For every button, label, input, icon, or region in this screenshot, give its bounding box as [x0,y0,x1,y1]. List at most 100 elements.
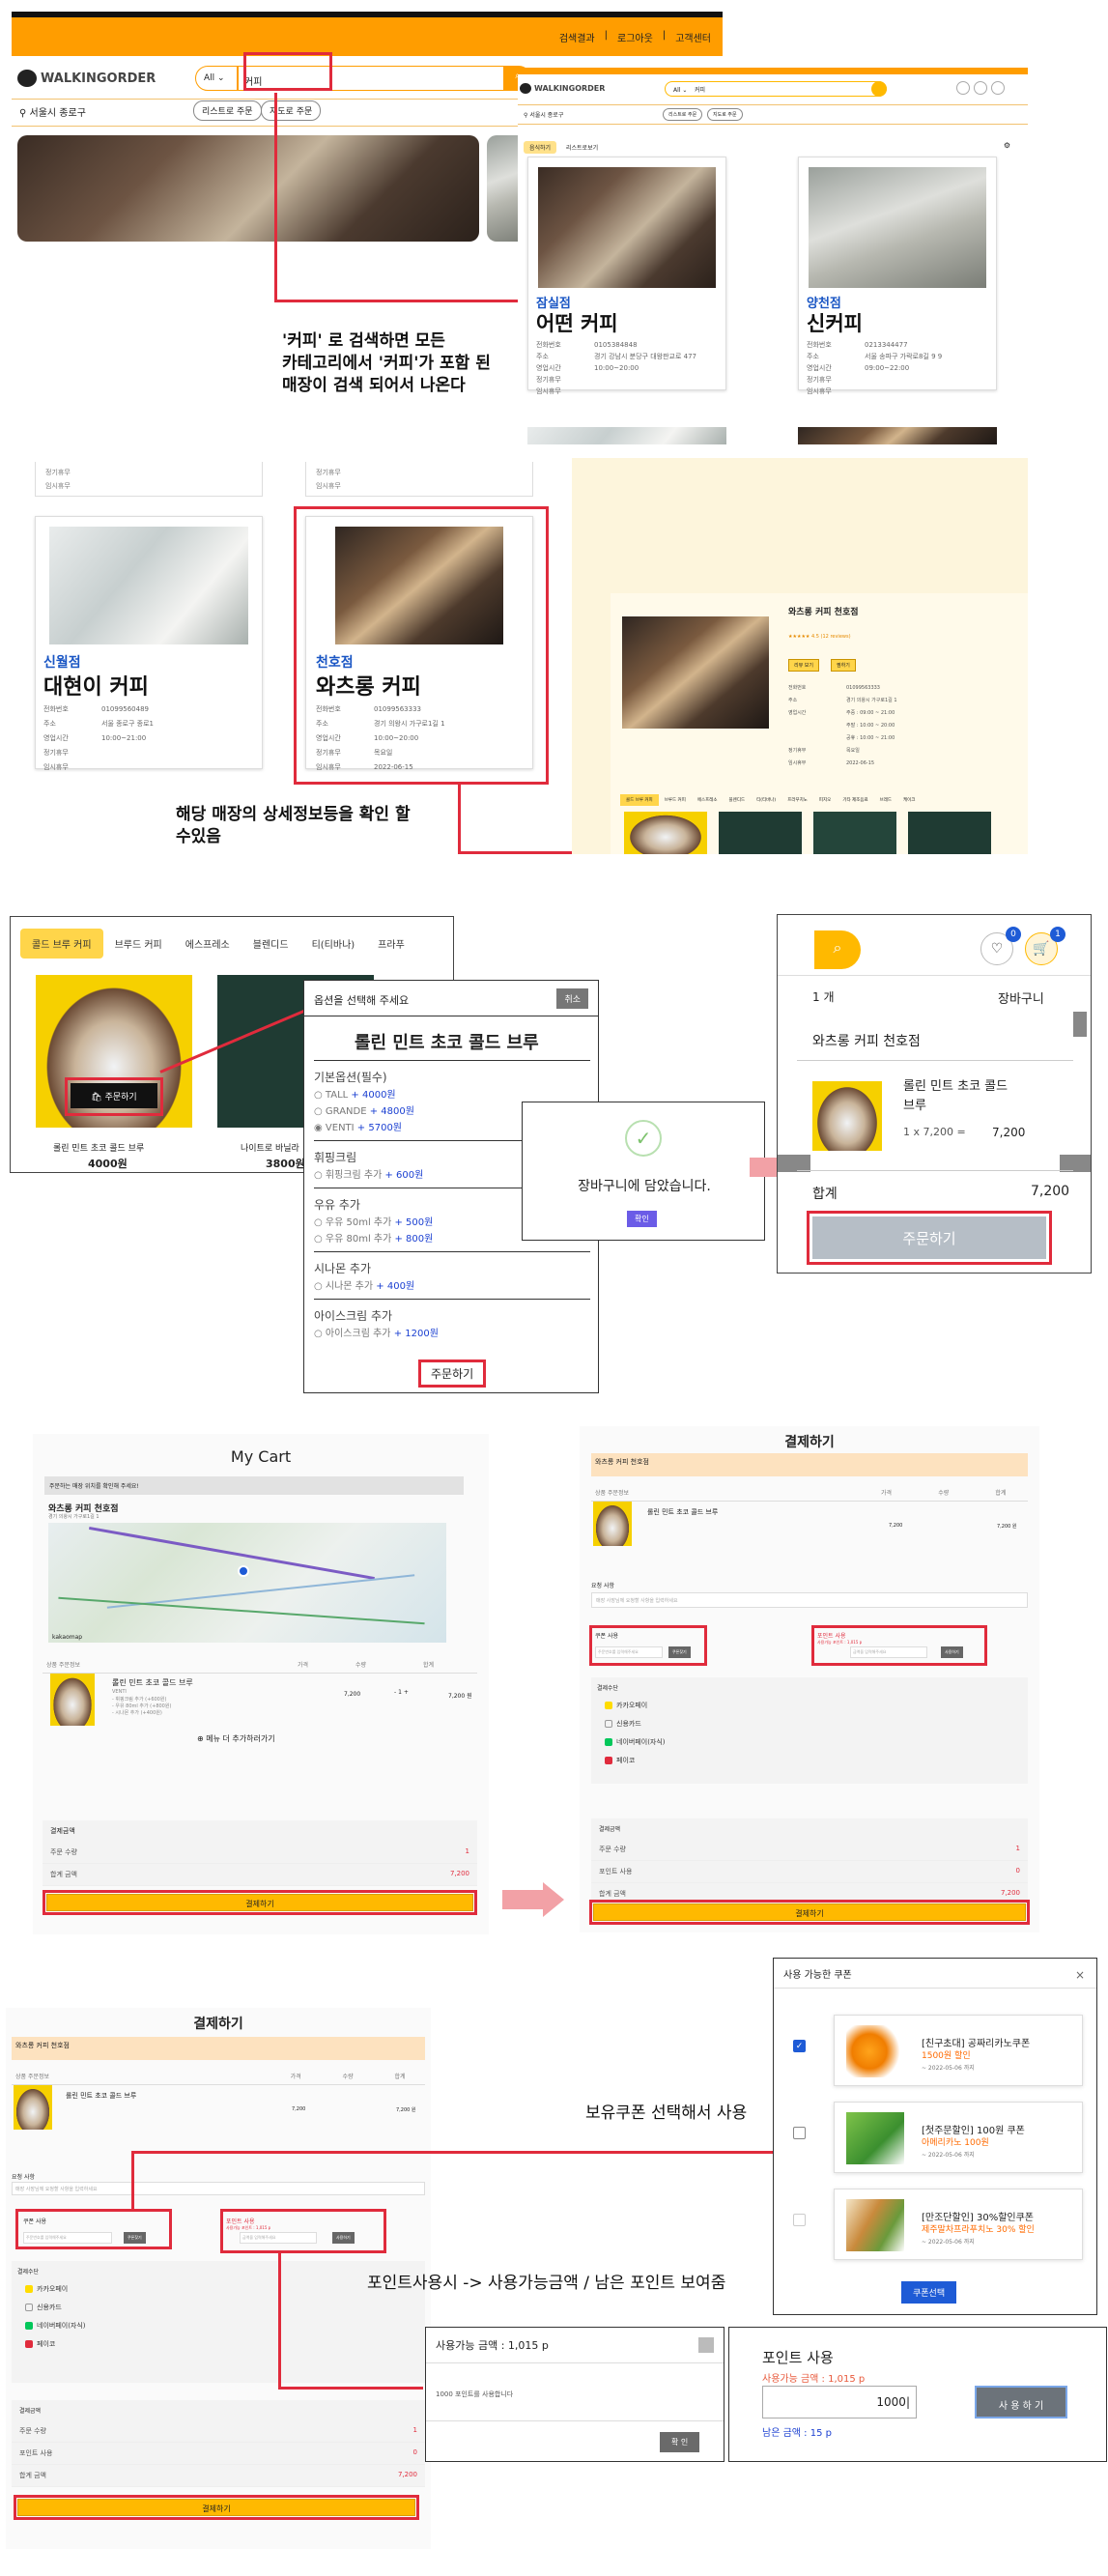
coupon-item[interactable]: [첫주문할인] 100원 쿠폰 아메리카노 100원 ~ 2022-05-06 … [834,2102,1083,2173]
option-submit-button[interactable]: 주문하기 [418,1360,487,1388]
logo[interactable]: WALKINGORDER [17,70,156,87]
payment-summary: 결제금액 주문 수량 1 포인트 사용 0 합계 금액 7,200 [591,1818,1028,1905]
cart-scrollbar[interactable] [1073,1012,1087,1037]
point-box-input[interactable]: 1000| [762,2386,917,2419]
top-link-search[interactable]: 검색결과 [559,30,595,44]
cart-alert-ok[interactable]: 확인 [627,1211,657,1227]
request-input[interactable]: 매장 사장님께 요청할 사항을 입력하세요 [591,1592,1028,1608]
menu-tab[interactable]: 브루드 커피 [659,794,692,806]
menu-tab[interactable]: 브루드 커피 [103,929,174,959]
menu-thumb[interactable] [908,812,991,854]
top-link-logout[interactable]: 로그아웃 [617,30,653,44]
result-tab-0[interactable]: 음식하기 [524,141,557,154]
cart-icon[interactable] [991,81,1005,95]
kakaopay-icon [605,1702,612,1709]
search-scope-select[interactable]: All ⌄ [195,66,238,91]
menu-thumb[interactable] [813,812,896,854]
search-bar-small[interactable]: All ⌄ 커피 [665,81,887,97]
coupon-image [846,2199,904,2251]
bell-icon[interactable] [974,81,987,95]
cart-alert: ✓ 장바구니에 담았습니다. 확인 [522,1102,765,1241]
menu-tab[interactable]: 프라푸 [366,929,416,959]
cart-item-image [812,1081,882,1151]
list-order-button-small[interactable]: 리스트로 주문 [663,108,703,121]
store-card[interactable]: 잠실점 어떤 커피 전화번호 0105384848 주소 경기 강남시 분당구 대왕… [527,157,726,395]
menu-tab[interactable]: 콜드 브루 커피 [20,929,103,959]
menu-tab[interactable]: 프라푸치노 [781,794,813,806]
naverpay-icon [25,2322,33,2330]
cart-title: 장바구니 [998,992,1044,1007]
menu-thumb[interactable] [719,812,802,854]
payment-item-image [14,2085,52,2130]
option-radio[interactable]: ○ 시나몬 추가 + 400원 [314,1278,598,1295]
review-button[interactable]: 리뷰 보기 [788,659,819,672]
pay-option-kakao[interactable]: 카카오페이 [25,2284,425,2294]
arrow-right [502,1890,545,1909]
search-button-small[interactable] [871,81,887,97]
coupon-modal-title: 사용 가능한 쿠폰 [783,1970,852,1981]
option-radio[interactable]: ○ 아이스크림 추가 + 1200원 [314,1326,598,1342]
point-modal-ok[interactable]: 확 인 [660,2432,700,2452]
menu-tab[interactable]: 티(티바나) [300,929,367,959]
list-order-button[interactable]: 리스트로 주문 [193,100,262,121]
logo-icon [17,70,37,87]
search-button-round[interactable]: ⌕ [814,930,861,969]
pay-option-payco[interactable]: 페이코 [605,1756,1028,1765]
pay-option-naver[interactable]: 네이버페이(자식) [605,1737,1028,1747]
menu-tab[interactable]: 에스프레소 [692,794,724,806]
menu-tab[interactable]: 케이크 [897,794,921,806]
option-section-title: 기본옵션(필수) [314,1071,387,1084]
store-map[interactable]: kakaomap [48,1523,446,1643]
highlight-payment-submit [14,2495,419,2520]
request-label: 요청 사항 [12,2174,35,2181]
menu-tab[interactable]: 브레드 [874,794,897,806]
store-card[interactable]: 양천점 신커피 전화번호 0213344477 주소 서울 송파구 가락로8길 9 … [798,157,997,395]
pay-option-naver[interactable]: 네이버페이(자식) [25,2321,425,2331]
card-icon [605,1720,612,1728]
settings-icon[interactable]: ⚙ [1004,141,1010,150]
top-link-support[interactable]: 고객센터 [675,30,711,44]
map-order-button[interactable]: 지도로 주문 [261,100,322,121]
coupon-checkbox[interactable] [793,2127,806,2139]
card-icon [25,2304,33,2311]
map-order-button-small[interactable]: 지도로 주문 [707,108,743,121]
coupon-checkbox-checked[interactable]: ✓ [793,2040,806,2052]
store-card[interactable]: 신월점 대현이 커피 전화번호 01099560489 주소 서울 종로구 종로1 … [35,516,263,771]
close-icon[interactable]: × [1075,1968,1085,1982]
menu-tab[interactable]: 피지오 [813,794,837,806]
highlight-point [220,2209,386,2253]
pay-option-card[interactable]: 신용카드 [605,1719,1028,1729]
point-box-available: 사용가능 금액 : 1,015 p [762,2374,866,2385]
menu-tab[interactable]: 블렌디드 [241,929,300,959]
menu-tab[interactable]: 티(티바나) [751,794,781,806]
coupon-expire: ~ 2022-05-06 까지 [922,2152,975,2159]
store-detail-page: 와츠롱 커피 천호점 ★★★★★ 4.5 (12 reviews) 리뷰 보기 … [611,593,1028,854]
highlight-coupon [15,2209,172,2249]
cart-alert-text: 장바구니에 담았습니다. [578,1179,711,1194]
location-label-small[interactable]: ⚲ 서울시 종로구 [524,110,563,119]
point-box-use-button[interactable]: 사 용 하 기 [975,2386,1067,2419]
coupon-item[interactable]: [만조단할인] 30%할인쿠폰 제주말차프라푸치노 30% 할인 ~ 2022-… [834,2189,1083,2260]
point-modal-close[interactable] [698,2337,714,2353]
coupon-checkbox[interactable] [793,2214,806,2226]
stub-row: 임시휴무 [45,482,71,490]
favorite-button[interactable]: 찜하기 [831,659,856,672]
location-label[interactable]: ⚲ 서울시 종로구 [19,104,86,119]
pay-option-card[interactable]: 신용카드 [25,2303,425,2312]
menu-tab[interactable]: 블렌디드 [724,794,752,806]
heart-icon[interactable] [956,81,970,95]
menu-tab[interactable]: 기타 제조음료 [837,794,873,806]
pay-option-payco[interactable]: 페이코 [25,2339,425,2349]
pay-option-kakao[interactable]: 카카오페이 [605,1701,1028,1710]
request-input[interactable]: 매장 사장님께 요청할 사항을 입력하세요 [12,2182,425,2195]
menu-thumb[interactable] [624,812,707,854]
option-modal-close[interactable]: 취소 [556,988,588,1009]
qty-stepper[interactable]: - 1 + [394,1689,409,1696]
coupon-item[interactable]: [친구초대] 공짜리카노쿠폰 1500원 할인 ~ 2022-05-06 까지 [834,2015,1083,2086]
menu-tab[interactable]: 콜드 브루 커피 [620,794,659,806]
result-tab-1[interactable]: 리스트로보기 [566,143,598,152]
menu-tab[interactable]: 에스프레소 [174,929,241,959]
coupon-select-button[interactable]: 쿠폰선택 [901,2281,957,2304]
top-bar: 검색결과 | 로그아웃 | 고객센터 [12,17,723,56]
add-more-menu[interactable]: ⊕ 메뉴 더 추가하러가기 [197,1733,275,1744]
